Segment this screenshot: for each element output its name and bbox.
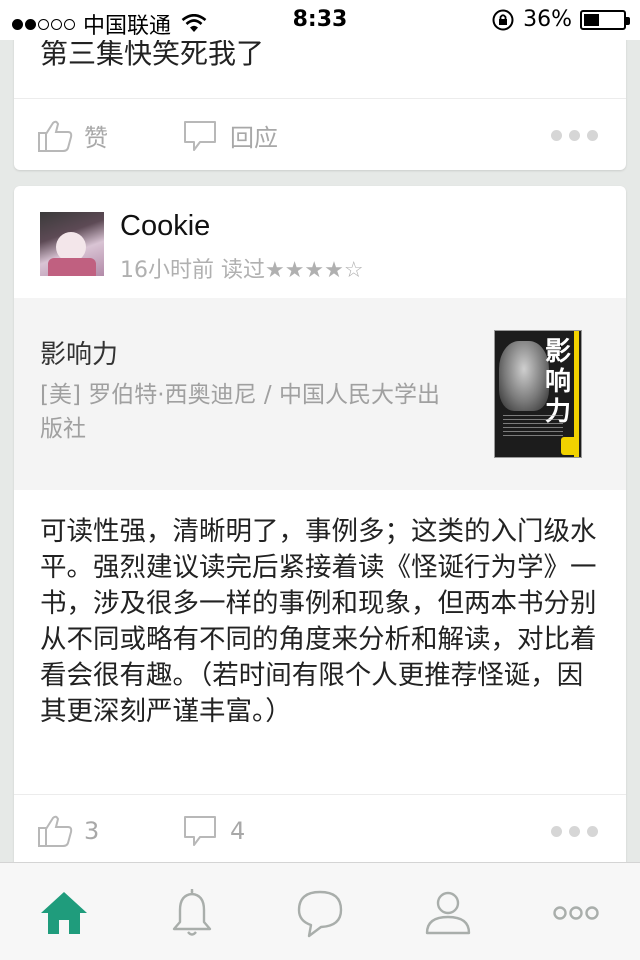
more-options-icon[interactable] bbox=[551, 130, 598, 141]
reply-button[interactable]: 4 bbox=[182, 814, 245, 848]
divider bbox=[14, 794, 626, 795]
like-button[interactable]: 赞 bbox=[36, 118, 108, 153]
like-button[interactable]: 3 bbox=[36, 814, 99, 848]
thumbs-up-icon bbox=[38, 120, 73, 152]
action-bar: 3 4 bbox=[14, 796, 626, 862]
tab-profile[interactable] bbox=[418, 885, 478, 941]
book-info[interactable]: 影响力 [美] 罗伯特·西奥迪尼 / 中国人民大学出版社 影响力 bbox=[14, 298, 626, 490]
book-cover-title: 影响力 bbox=[544, 337, 571, 427]
action-bar: 赞 回应 bbox=[14, 100, 626, 170]
status-bar-right: 36% bbox=[491, 7, 630, 32]
more-options-icon[interactable] bbox=[551, 826, 598, 837]
chat-icon bbox=[297, 890, 343, 938]
person-icon bbox=[425, 891, 471, 935]
feed[interactable]: 第三集快笑死我了 赞 回应 Cookie 16小时前 读过★★★★☆ 影响力 [… bbox=[0, 0, 640, 862]
reply-label: 回应 bbox=[230, 124, 278, 152]
battery-icon bbox=[580, 9, 630, 30]
reply-button[interactable]: 回应 bbox=[182, 118, 278, 153]
like-count: 3 bbox=[84, 817, 100, 845]
feed-card-review: Cookie 16小时前 读过★★★★☆ 影响力 [美] 罗伯特·西奥迪尼 / … bbox=[14, 186, 626, 862]
rotation-lock-icon bbox=[492, 9, 514, 30]
tab-messages[interactable] bbox=[290, 885, 350, 941]
home-icon bbox=[41, 892, 87, 934]
reply-count: 4 bbox=[230, 817, 246, 845]
book-cover: 影响力 bbox=[494, 330, 582, 458]
like-label: 赞 bbox=[84, 124, 108, 152]
post-meta: 16小时前 读过★★★★☆ bbox=[120, 258, 364, 283]
comment-icon bbox=[184, 816, 216, 846]
tab-home[interactable] bbox=[34, 885, 94, 941]
bell-icon bbox=[172, 889, 212, 936]
divider bbox=[14, 98, 626, 99]
more-icon bbox=[553, 906, 599, 920]
book-title: 影响力 bbox=[40, 340, 119, 370]
thumbs-up-icon bbox=[38, 815, 73, 847]
review-text: 可读性强，清晰明了，事例多；这类的入门级水平。强烈建议读完后紧接着读《怪诞行为学… bbox=[40, 516, 597, 727]
status-bar: 中国联通 8:33 36% bbox=[0, 0, 640, 40]
book-author-publisher: [美] 罗伯特·西奥迪尼 / 中国人民大学出版社 bbox=[40, 382, 440, 442]
tab-notifications[interactable] bbox=[162, 885, 222, 941]
username[interactable]: Cookie bbox=[120, 210, 210, 243]
battery-percent: 36% bbox=[523, 7, 572, 32]
tab-more[interactable] bbox=[546, 885, 606, 941]
screen: 第三集快笑死我了 赞 回应 Cookie 16小时前 读过★★★★☆ 影响力 [… bbox=[0, 0, 640, 960]
comment-icon bbox=[184, 120, 216, 151]
avatar[interactable] bbox=[40, 212, 104, 276]
tab-bar bbox=[0, 862, 640, 960]
